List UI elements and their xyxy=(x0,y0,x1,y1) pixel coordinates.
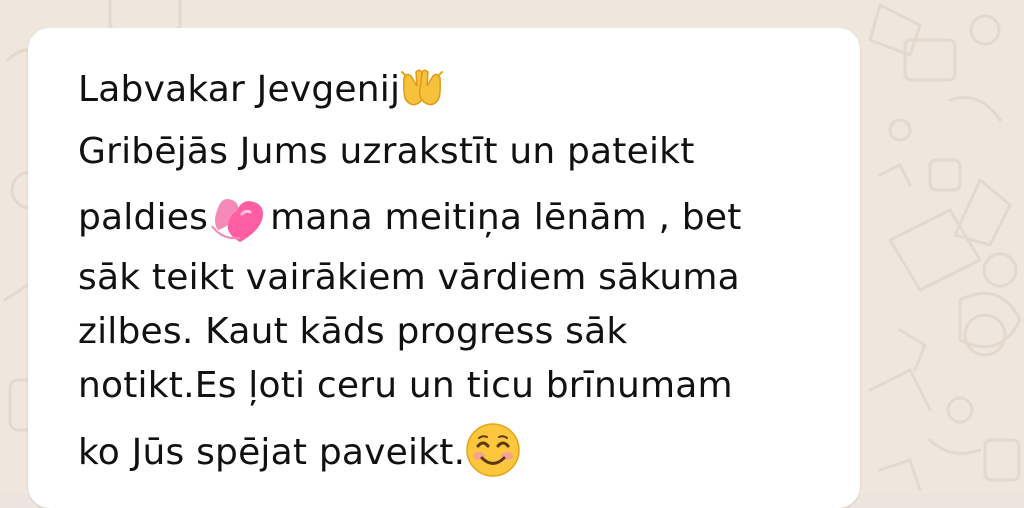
message-text: sāk teikt vairākiem vārdiem sākuma xyxy=(78,257,740,298)
message-text: notikt.Es ļoti ceru un ticu brīnumam xyxy=(78,365,733,406)
message-text: Labvakar Jevgenij xyxy=(78,69,401,110)
message-bubble[interactable]: Labvakar Jevgenij Gribējās Jums uzrakstī… xyxy=(28,28,860,508)
message-text: ko Jūs spējat paveikt. xyxy=(78,432,466,473)
message-text: mana meitiņa lēnām , bet xyxy=(270,197,742,238)
two-hearts-icon xyxy=(208,190,270,244)
smiling-face-icon xyxy=(465,422,521,478)
message-line-1: Labvakar Jevgenij xyxy=(78,68,444,112)
message-text: paldies xyxy=(78,197,209,238)
message-text: Gribējās Jums uzrakstīt un pateikt xyxy=(78,131,695,172)
message-line-7: ko Jūs spējat paveikt. xyxy=(78,423,521,482)
message-line-2: Gribējās Jums uzrakstīt un pateikt xyxy=(78,130,695,174)
raising-hands-icon xyxy=(400,68,444,108)
message-line-4: sāk teikt vairākiem vārdiem sākuma xyxy=(78,256,740,300)
message-line-6: notikt.Es ļoti ceru un ticu brīnumam xyxy=(78,364,733,408)
message-line-3: paldies mana meitiņa lēnām , bet xyxy=(78,192,742,246)
message-text: zilbes. Kaut kāds progress sāk xyxy=(78,311,628,352)
message-line-5: zilbes. Kaut kāds progress sāk xyxy=(78,310,627,354)
